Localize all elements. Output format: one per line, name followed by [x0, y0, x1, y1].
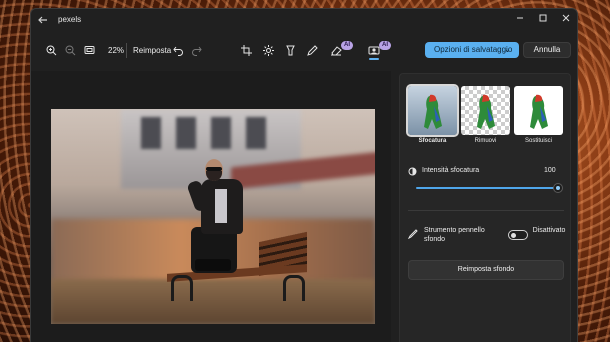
image-canvas[interactable] — [31, 71, 391, 342]
toolbar-divider — [126, 43, 127, 58]
background-brush-toggle[interactable] — [508, 230, 528, 240]
filter-icon[interactable] — [283, 43, 297, 57]
blur-intensity-label: Intensità sfocatura — [422, 167, 480, 174]
blur-intensity-slider-thumb[interactable] — [554, 184, 562, 192]
toggle-state-label: Disattivato — [532, 227, 566, 234]
chevron-down-icon: ⌄ — [504, 45, 511, 54]
close-icon[interactable] — [561, 13, 575, 27]
back-arrow-icon[interactable] — [37, 14, 51, 28]
option-replace-label: Sostituisci — [524, 138, 552, 144]
background-brush-label: Strumento pennello sfondo — [424, 227, 485, 243]
edited-photo — [51, 109, 375, 324]
crop-icon[interactable] — [239, 43, 253, 57]
ai-badge: AI — [341, 41, 353, 50]
option-replace-thumbnail[interactable] — [514, 86, 563, 135]
reset-background-button[interactable]: Reimposta sfondo — [408, 260, 564, 280]
maximize-icon[interactable] — [538, 13, 552, 27]
redo-icon[interactable] — [189, 43, 203, 57]
blur-intensity-icon — [408, 167, 417, 176]
reset-button[interactable]: Reimposta — [133, 46, 171, 55]
blur-intensity-slider-track[interactable] — [416, 187, 559, 189]
fit-to-window-icon[interactable] — [82, 43, 96, 57]
option-remove-label: Rimuovi — [474, 138, 497, 144]
zoom-level[interactable]: 22% — [108, 46, 124, 55]
option-remove-thumbnail[interactable] — [461, 86, 510, 135]
zoom-in-icon[interactable] — [44, 43, 58, 57]
toggle-knob — [511, 233, 516, 238]
option-blur-label: Sfocatura — [418, 138, 447, 144]
save-options-label: Opzioni di salvataggio — [434, 45, 513, 54]
markup-icon[interactable] — [305, 43, 319, 57]
active-tool-indicator — [369, 58, 379, 60]
blur-intensity-value: 100 — [544, 167, 556, 174]
ai-badge: AI — [379, 41, 391, 50]
brush-icon — [408, 229, 418, 239]
background-panel: Sfocatura Rimuovi Sostituisci Intensità … — [399, 73, 571, 342]
title-bar: pexels — [31, 9, 577, 33]
photos-app-window: pexels 22% Reimposta AI AI Opzioni di sa… — [30, 8, 578, 342]
zoom-out-icon[interactable] — [63, 43, 77, 57]
window-title: pexels — [58, 15, 82, 24]
minimize-icon[interactable] — [515, 13, 529, 27]
option-blur-thumbnail[interactable] — [406, 84, 459, 137]
undo-icon[interactable] — [171, 43, 185, 57]
panel-divider — [408, 210, 564, 211]
adjust-icon[interactable] — [261, 43, 275, 57]
cancel-button[interactable]: Annulla — [523, 42, 571, 58]
save-options-button[interactable]: Opzioni di salvataggio ⌄ — [425, 42, 519, 58]
